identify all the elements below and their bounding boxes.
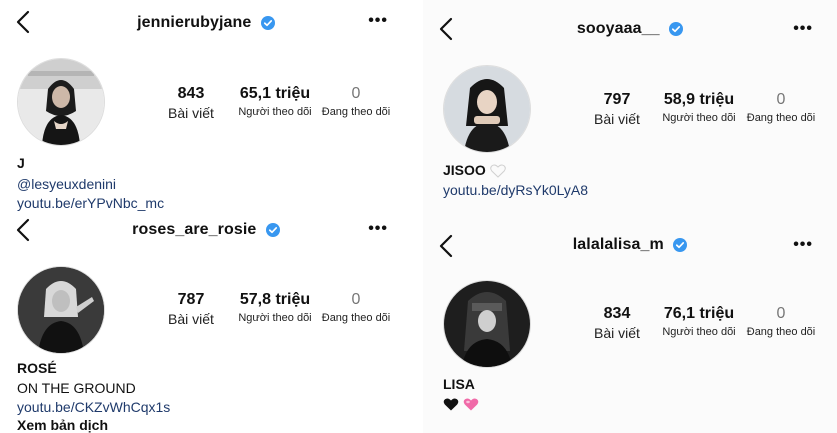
followers-label: Người theo dõi — [662, 112, 736, 124]
followers-label: Người theo dõi — [238, 312, 312, 324]
posts-count: 787 — [177, 291, 205, 308]
verified-badge-icon — [260, 16, 275, 30]
following-count: 0 — [776, 91, 786, 108]
following-label: Đang theo dõi — [746, 112, 816, 124]
posts-stat: 787 Bài viết — [162, 290, 220, 328]
more-options-icon[interactable]: ••• — [368, 12, 388, 30]
bio-name: JISOO — [443, 162, 486, 178]
following-count: 0 — [776, 305, 786, 322]
posts-label: Bài viết — [594, 111, 640, 127]
posts-label: Bài viết — [594, 325, 640, 341]
posts-stat: 843 Bài viết — [162, 84, 220, 122]
username: sooyaaa__ — [576, 20, 660, 37]
bio-name-row: JISOO — [443, 162, 506, 178]
following-stat[interactable]: 0 Đang theo dõi — [743, 90, 819, 126]
posts-stat: 797 Bài viết — [587, 90, 647, 128]
profile-header: lalalalisa_m — [423, 236, 837, 258]
profile-panel-rose: roses_are_rosie ••• 787 Bài viết 57,8 tr… — [0, 212, 412, 433]
profile-header: sooyaaa__ — [423, 20, 837, 42]
profile-header: jennierubyjane — [0, 14, 412, 36]
profile-panel-jennie: jennierubyjane ••• 843 Bài viết 65,1 tri… — [0, 0, 412, 212]
bio-link[interactable]: youtu.be/erYPvNbc_mc — [17, 195, 164, 211]
followers-stat[interactable]: 58,9 triệu Người theo dõi — [654, 90, 744, 126]
username: jennierubyjane — [137, 14, 252, 31]
avatar[interactable] — [443, 280, 531, 368]
more-options-icon[interactable]: ••• — [368, 220, 388, 238]
followers-stat[interactable]: 65,1 triệu Người theo dõi — [230, 84, 320, 120]
white-heart-emoji — [489, 164, 506, 178]
bio-text: ON THE GROUND — [17, 380, 136, 396]
verified-badge-icon — [669, 22, 684, 36]
following-label: Đang theo dõi — [321, 312, 391, 324]
posts-label: Bài viết — [168, 311, 214, 327]
bio-link[interactable]: youtu.be/CKZvWhCqx1s — [17, 399, 170, 415]
profile-panel-lisa: lalalalisa_m ••• 834 Bài viết 76,1 triệu… — [423, 220, 837, 433]
bio-link[interactable]: youtu.be/dyRsYk0LyA8 — [443, 182, 588, 198]
bio-emoji-row — [443, 395, 479, 412]
more-options-icon[interactable]: ••• — [793, 20, 813, 38]
following-count: 0 — [351, 291, 361, 308]
following-stat[interactable]: 0 Đang theo dõi — [318, 84, 394, 120]
avatar[interactable] — [17, 266, 105, 354]
followers-count: 58,9 triệu — [663, 91, 735, 108]
following-label: Đang theo dõi — [321, 106, 391, 118]
followers-stat[interactable]: 57,8 triệu Người theo dõi — [230, 290, 320, 326]
followers-label: Người theo dõi — [662, 326, 736, 338]
black-heart-emoji — [443, 398, 459, 411]
mention-link[interactable]: @lesyeuxdenini — [17, 176, 116, 192]
followers-count: 76,1 triệu — [663, 305, 735, 322]
profile-panel-jisoo: sooyaaa__ ••• 797 Bài viết 58,9 triệu Ng… — [423, 0, 837, 220]
username: roses_are_rosie — [132, 221, 257, 238]
avatar[interactable] — [443, 65, 531, 153]
more-options-icon[interactable]: ••• — [793, 236, 813, 254]
pink-heart-emoji — [463, 398, 479, 411]
verified-badge-icon — [265, 223, 280, 237]
following-count: 0 — [351, 85, 361, 102]
followers-stat[interactable]: 76,1 triệu Người theo dõi — [654, 304, 744, 340]
posts-stat: 834 Bài viết — [587, 304, 647, 342]
posts-count: 797 — [603, 91, 631, 108]
bio-name: LISA — [443, 376, 475, 392]
posts-count: 843 — [177, 85, 205, 102]
avatar[interactable] — [17, 58, 105, 146]
followers-label: Người theo dõi — [238, 106, 312, 118]
username: lalalalisa_m — [572, 236, 664, 253]
following-stat[interactable]: 0 Đang theo dõi — [318, 290, 394, 326]
posts-label: Bài viết — [168, 105, 214, 121]
following-label: Đang theo dõi — [746, 326, 816, 338]
following-stat[interactable]: 0 Đang theo dõi — [743, 304, 819, 340]
bio-name: ROSÉ — [17, 360, 57, 376]
followers-count: 65,1 triệu — [239, 85, 311, 102]
bio-name: J — [17, 155, 25, 171]
followers-count: 57,8 triệu — [239, 291, 311, 308]
see-translation-button[interactable]: Xem bản dịch — [17, 417, 108, 433]
verified-badge-icon — [673, 238, 688, 252]
posts-count: 834 — [603, 305, 631, 322]
profile-header: roses_are_rosie — [0, 221, 412, 243]
